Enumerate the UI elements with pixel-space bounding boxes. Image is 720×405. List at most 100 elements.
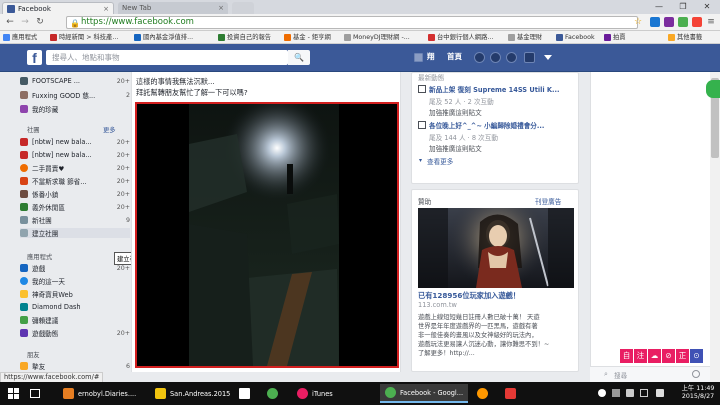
chat-settings-icon[interactable]: [692, 370, 700, 378]
extension-icon[interactable]: [650, 17, 660, 27]
taskbar-clock[interactable]: 上午 11:49 2015/8/27: [678, 385, 718, 401]
bookmark-item[interactable]: 拍賣: [604, 31, 626, 44]
see-more-link[interactable]: 查看更多: [427, 156, 453, 166]
tray-icon[interactable]: [598, 389, 606, 397]
maximize-window-icon[interactable]: ❐: [672, 0, 694, 13]
on-this-day-icon: [20, 277, 28, 285]
taskbar-item[interactable]: [472, 384, 494, 403]
sidebar-item-group[interactable]: 義外休閒區 20+: [20, 202, 130, 212]
bookmark-item[interactable]: 國內基金淨值排...: [134, 31, 193, 44]
ad-body-line: 遊戲玩法更易讓人沉迷心動，讓你難思不到！~: [418, 341, 550, 348]
bookmark-item[interactable]: 台中銀行個人網路...: [428, 31, 493, 44]
sidebar-item-saved[interactable]: 我的珍藏: [20, 104, 130, 114]
facebook-favicon-icon: [556, 34, 563, 41]
windows-start-icon[interactable]: [8, 388, 19, 399]
bookmark-item[interactable]: Facebook: [556, 31, 595, 44]
ime-key[interactable]: ⊙: [690, 349, 703, 363]
sidebar-item-group[interactable]: 新社團 9: [20, 215, 130, 225]
post-video[interactable]: [135, 102, 399, 368]
facebook-logo[interactable]: f: [27, 50, 42, 66]
taskbar-item-active[interactable]: Facebook - Googl...: [380, 384, 468, 403]
bookmark-label: 基金理財: [517, 34, 543, 41]
ime-key[interactable]: 正: [676, 349, 689, 363]
sidebar-item-app[interactable]: Diamond Dash: [20, 302, 130, 312]
profile-link[interactable]: 翔: [427, 51, 435, 62]
ad-title[interactable]: 已有128956位玩家加入遊戲！: [418, 291, 520, 301]
browser-toolbar: ← → ↻ 🔒 https://www.facebook.com ☆ ≡: [0, 14, 720, 31]
notifications-icon[interactable]: [506, 52, 517, 63]
boost-post-link[interactable]: 加強推廣這則貼文: [429, 107, 482, 117]
close-tab-icon[interactable]: ×: [218, 4, 224, 12]
account-menu-icon[interactable]: [544, 55, 552, 60]
ime-key[interactable]: ☁: [648, 349, 661, 363]
home-link[interactable]: 首頁: [447, 51, 462, 62]
bookmark-item[interactable]: MoneyDJ理財網 -...: [344, 31, 410, 44]
minimize-window-icon[interactable]: —: [648, 0, 670, 13]
ime-key[interactable]: 自: [620, 349, 633, 363]
reload-icon[interactable]: ↻: [34, 17, 46, 28]
address-bar[interactable]: 🔒 https://www.facebook.com: [66, 16, 638, 29]
keyboard-icon[interactable]: [640, 389, 648, 397]
bookmark-apps[interactable]: 應用程式: [3, 31, 37, 44]
chat-search-bar[interactable]: ⌕ 搜尋: [590, 366, 710, 382]
sidebar-item-create-group[interactable]: 建立社團: [20, 228, 130, 238]
network-icon[interactable]: [612, 389, 620, 397]
bookmark-other[interactable]: 其他書籤: [668, 31, 702, 44]
sidebar-item-group[interactable]: 係番小鎮 20+: [20, 189, 130, 199]
task-view-icon[interactable]: [30, 389, 40, 398]
bookmark-item[interactable]: 時經新聞 > 科技產...: [50, 31, 118, 44]
messages-icon[interactable]: [490, 52, 501, 63]
groups-more-link[interactable]: 更多: [103, 125, 116, 134]
search-icon[interactable]: 🔍: [288, 50, 310, 65]
taskbar-item[interactable]: ernobyl.Diaries....: [58, 384, 150, 403]
close-tab-icon[interactable]: ×: [103, 5, 109, 13]
yahoo-extension-icon[interactable]: [664, 17, 674, 27]
sidebar-item-app[interactable]: 遊戲動態 20+: [20, 328, 130, 338]
taskbar-item[interactable]: San.Andreas.2015....: [150, 384, 230, 403]
bookmark-item[interactable]: 基金理財: [508, 31, 542, 44]
create-ad-link[interactable]: 刊登廣告: [535, 196, 561, 206]
ad-image[interactable]: [418, 208, 574, 288]
volume-icon[interactable]: [626, 389, 634, 397]
tab-label: Facebook: [18, 4, 51, 13]
ime-key[interactable]: 注: [634, 349, 647, 363]
ime-indicator-icon[interactable]: [656, 389, 664, 397]
bookmark-star-icon[interactable]: ☆: [632, 17, 644, 28]
bookmark-item[interactable]: 投資自己的報告: [218, 31, 271, 44]
taskbar-item[interactable]: iTunes: [292, 384, 362, 403]
facebook-search-input[interactable]: 搜尋人、地點和事物: [46, 50, 288, 65]
boost-post-link[interactable]: 加強推廣這則貼文: [429, 143, 482, 153]
taskbar-item[interactable]: [262, 384, 284, 403]
sidebar-item-app[interactable]: 神奇寶貝Web: [20, 289, 130, 299]
extension-icon[interactable]: [692, 17, 702, 27]
extension-icon[interactable]: [678, 17, 688, 27]
close-window-icon[interactable]: ✕: [696, 0, 718, 13]
tab-facebook[interactable]: Facebook ×: [2, 2, 114, 14]
ime-key[interactable]: ⊘: [662, 349, 675, 363]
friend-requests-icon[interactable]: [474, 52, 485, 63]
floating-extension-icon[interactable]: [706, 80, 720, 98]
taskbar-item[interactable]: [234, 384, 256, 403]
sidebar-item-group[interactable]: [nbtw] new bala... 20+: [20, 137, 130, 147]
sidebar-item-group[interactable]: 二手買賣♥ 20+: [20, 163, 130, 173]
tab-new-tab[interactable]: New Tab ×: [118, 2, 228, 14]
sidebar-item-friends[interactable]: 摯友 6: [20, 361, 130, 371]
feed-item-title[interactable]: 各位晚上好^_^~ 小編歸除婚禮會分...: [429, 120, 544, 130]
avatar[interactable]: [414, 53, 423, 62]
bookmark-item[interactable]: 基金 - 鉅亨網: [284, 31, 331, 44]
sidebar-item-app[interactable]: 我的這一天: [20, 276, 130, 286]
taskbar-item[interactable]: [500, 384, 522, 403]
new-tab-button[interactable]: [232, 2, 254, 14]
sidebar-item[interactable]: FOOTSCAPE ... 20+: [20, 76, 130, 86]
sidebar-item[interactable]: Fuxxing GOOD 慈... 2: [20, 90, 130, 100]
yahoo-favicon-icon: [604, 34, 611, 41]
sidebar-item-app[interactable]: 彌賴建議: [20, 315, 130, 325]
chrome-menu-icon[interactable]: ≡: [705, 17, 717, 28]
sidebar-item-group[interactable]: 不當斯求職 節省... 20+: [20, 176, 130, 186]
forward-icon[interactable]: →: [19, 17, 31, 28]
page-scrollbar[interactable]: [710, 72, 720, 382]
feed-item-title[interactable]: 新品上架 復刻 Supreme 14SS Utili K...: [429, 84, 560, 94]
back-icon[interactable]: ←: [4, 17, 16, 28]
sidebar-item-group[interactable]: [nbtw] new bala... 20+: [20, 150, 130, 160]
privacy-shortcuts-icon[interactable]: [524, 52, 535, 63]
